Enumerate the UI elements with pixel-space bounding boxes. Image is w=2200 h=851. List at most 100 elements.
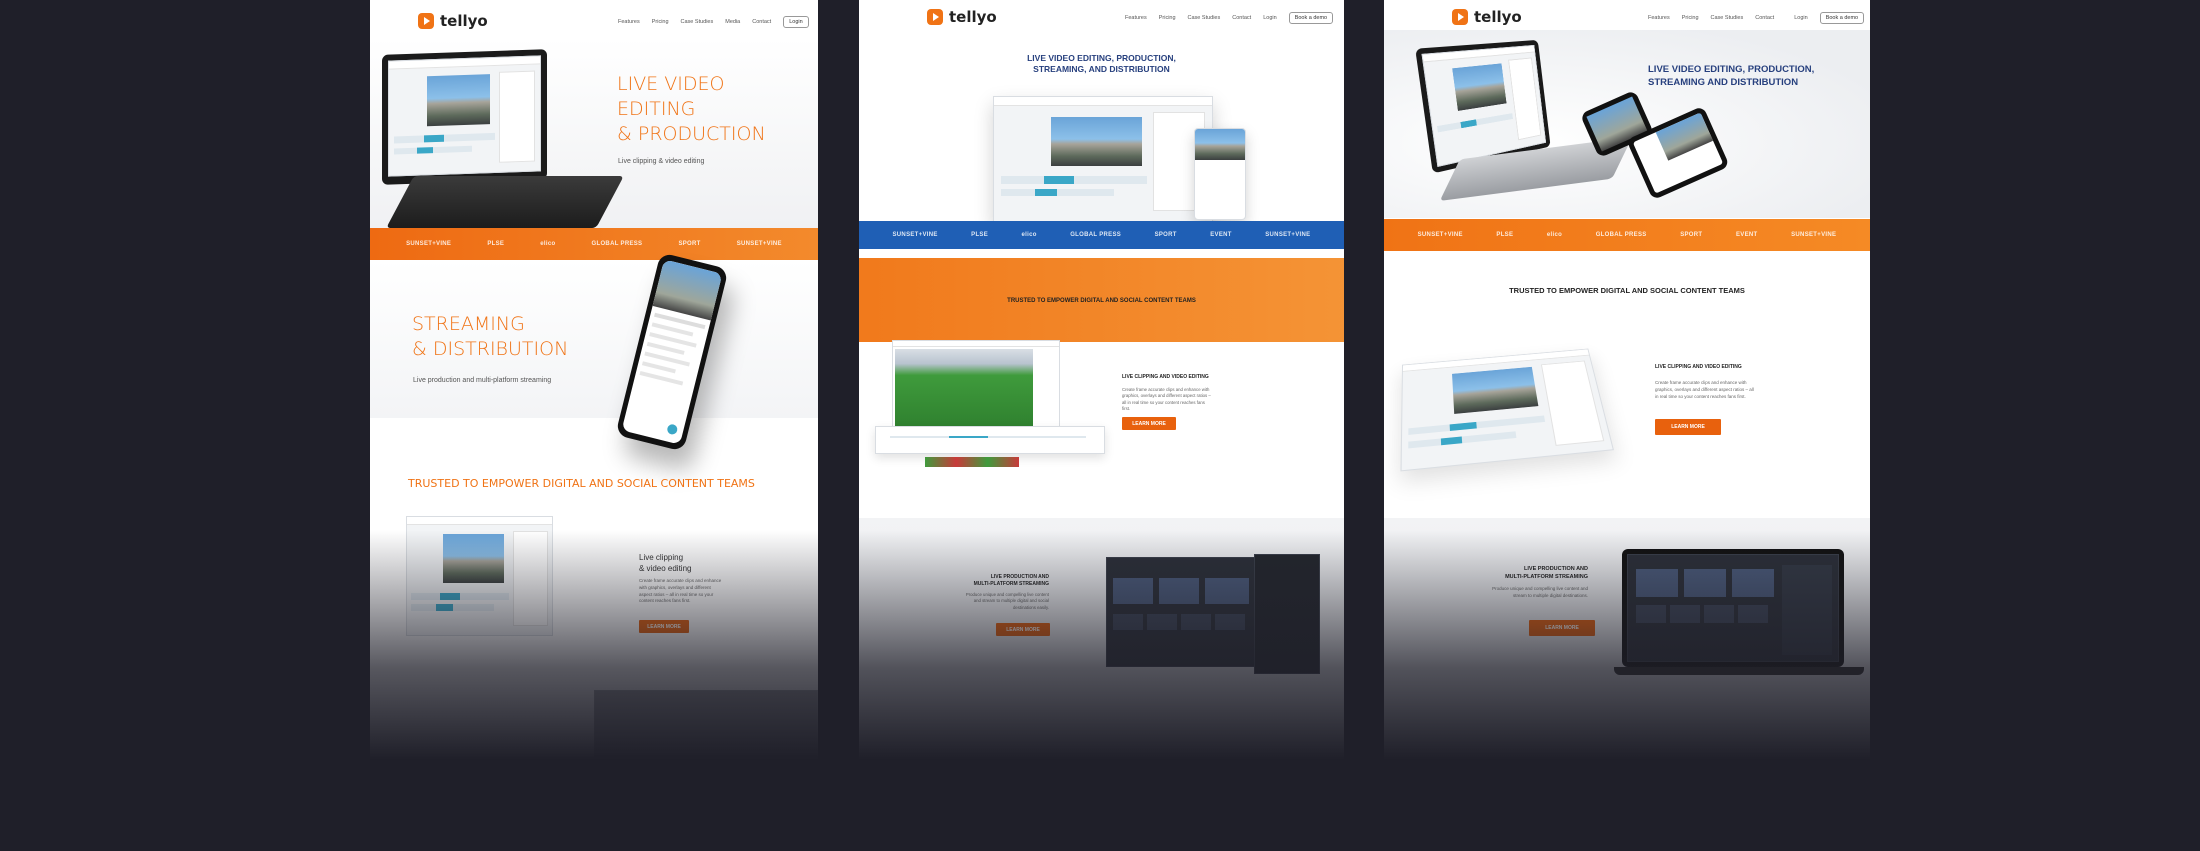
feature-timeline xyxy=(875,426,1105,454)
logo-sport: SPORT xyxy=(1680,232,1703,238)
nav-media[interactable]: Media xyxy=(725,19,740,25)
production-settings-panel xyxy=(1254,554,1320,674)
client-logos-strip: SUNSET+VINE PLSE elico GLOBAL PRESS SPOR… xyxy=(370,228,818,260)
logo-sunset-vine: SUNSET+VINE xyxy=(1417,232,1463,238)
feature2-title: LIVE PRODUCTION AND MULTI-PLATFORM STREA… xyxy=(1464,565,1588,581)
logo-elico: elico xyxy=(1021,232,1037,238)
play-icon xyxy=(418,13,434,29)
nav-menu: Features Pricing Case Studies Contact Lo… xyxy=(1125,12,1334,24)
nav-pricing[interactable]: Pricing xyxy=(1682,15,1699,21)
learn-more-button[interactable]: LEARN MORE xyxy=(1655,419,1721,435)
feature-thumbs xyxy=(925,457,1019,467)
trusted-heading: TRUSTED TO EMPOWER DIGITAL AND SOCIAL CO… xyxy=(408,477,755,490)
feature2-title: LIVE PRODUCTION AND MULTI-PLATFORM STREA… xyxy=(939,574,1049,588)
streaming-title-line2: & DISTRIBUTION xyxy=(412,338,569,360)
nav-contact[interactable]: Contact xyxy=(1232,15,1251,21)
feature2-title-line2: MULTI-PLATFORM STREAMING xyxy=(973,581,1049,587)
feature-body: Create frame accurate clips and enhance … xyxy=(1122,387,1211,412)
logo-sunset-vine: SUNSET+VINE xyxy=(406,241,452,247)
logo-text: tellyo xyxy=(1474,8,1522,26)
hero-title: LIVE VIDEO EDITING & PRODUCTION xyxy=(617,72,766,147)
feature-screenshot xyxy=(892,340,1060,434)
logo-event: EVENT xyxy=(1735,232,1758,238)
laptop-keyboard xyxy=(386,176,624,228)
nav-menu: Features Pricing Case Studies Media Cont… xyxy=(618,16,809,28)
feature-title: LIVE CLIPPING AND VIDEO EDITING xyxy=(1122,374,1209,380)
nav-case-studies[interactable]: Case Studies xyxy=(1188,15,1221,21)
client-logos-strip: SUNSET+VINE PLSE elico GLOBAL PRESS SPOR… xyxy=(1384,219,1870,251)
hero-title-line2: STREAMING AND DISTRIBUTION xyxy=(1648,77,1799,88)
feature-title: LIVE CLIPPING AND VIDEO EDITING xyxy=(1655,364,1742,370)
streaming-title-line1: STREAMING xyxy=(412,313,525,335)
logo-global-press: GLOBAL PRESS xyxy=(1070,232,1122,238)
nav-features[interactable]: Features xyxy=(618,19,640,25)
client-logos-strip: SUNSET+VINE PLSE elico GLOBAL PRESS SPOR… xyxy=(859,221,1344,249)
nav-case-studies[interactable]: Case Studies xyxy=(681,19,714,25)
logo-event: EVENT xyxy=(1210,232,1232,238)
streaming-subtitle: Live production and multi-platform strea… xyxy=(413,377,552,384)
learn-more-button[interactable]: LEARN MORE xyxy=(639,620,689,633)
hero-title: LIVE VIDEO EDITING, PRODUCTION, STREAMIN… xyxy=(859,53,1344,75)
hero-title-line1: LIVE VIDEO EDITING, PRODUCTION, xyxy=(1027,53,1176,63)
hero-editor-screenshot xyxy=(993,96,1213,222)
feature-title-line1: Live clipping xyxy=(639,553,684,562)
hero-title-line1: LIVE VIDEO xyxy=(617,73,725,95)
feature2-body: Produce unique and compelling live conte… xyxy=(1492,586,1588,598)
logo-plse: PLSE xyxy=(1496,232,1514,238)
book-demo-button[interactable]: Book a demo xyxy=(1288,12,1334,24)
laptop-screen xyxy=(382,49,547,185)
dark-laptop-screen xyxy=(1622,549,1844,667)
nav-contact[interactable]: Contact xyxy=(1755,15,1774,21)
logo-elico: elico xyxy=(1546,232,1563,238)
hero-title-line2: STREAMING, AND DISTRIBUTION xyxy=(1033,64,1170,74)
hero-title-line2: EDITING xyxy=(617,98,696,120)
logo-sport: SPORT xyxy=(678,241,701,247)
logo-sunset-vine-2: SUNSET+VINE xyxy=(1791,232,1837,238)
nav-case-studies[interactable]: Case Studies xyxy=(1711,15,1744,21)
hero-title-line1: LIVE VIDEO EDITING, PRODUCTION, xyxy=(1648,64,1815,75)
feature-screenshot xyxy=(406,516,553,636)
logo-sunset-vine-2: SUNSET+VINE xyxy=(736,241,782,247)
trusted-heading: TRUSTED TO EMPOWER DIGITAL AND SOCIAL CO… xyxy=(1007,298,1196,304)
login-button[interactable]: Login xyxy=(783,16,809,28)
logo-sunset-vine-2: SUNSET+VINE xyxy=(1265,232,1311,238)
nav-features[interactable]: Features xyxy=(1125,15,1147,21)
nav-pricing[interactable]: Pricing xyxy=(1159,15,1176,21)
logo-text: tellyo xyxy=(440,12,488,30)
nav-menu: Features Pricing Case Studies Contact Lo… xyxy=(1648,12,1865,24)
logo-text: tellyo xyxy=(949,8,997,26)
panel-one-nav: tellyo Features Pricing Case Studies Med… xyxy=(370,0,818,38)
logo-plse: PLSE xyxy=(487,241,505,247)
nav-pricing[interactable]: Pricing xyxy=(652,19,669,25)
trusted-heading: TRUSTED TO EMPOWER DIGITAL AND SOCIAL CO… xyxy=(1509,286,1745,295)
hero-title: LIVE VIDEO EDITING, PRODUCTION, STREAMIN… xyxy=(1648,63,1814,89)
hero-mobile-screenshot xyxy=(1194,128,1246,220)
dark-laptop-base xyxy=(1614,667,1864,675)
feature-body: Create frame accurate clips and enhance … xyxy=(1655,380,1754,399)
feature-screenshot xyxy=(1400,348,1614,472)
logo-sunset-vine: SUNSET+VINE xyxy=(892,232,938,238)
book-demo-button[interactable]: Book a demo xyxy=(1819,12,1865,24)
learn-more-button[interactable]: LEARN MORE xyxy=(1122,417,1176,430)
learn-more-button-2[interactable]: LEARN MORE xyxy=(996,623,1050,636)
learn-more-button-2[interactable]: LEARN MORE xyxy=(1529,620,1595,636)
feature-body: Create frame accurate clips and enhance … xyxy=(639,578,722,604)
tellyo-logo[interactable]: tellyo xyxy=(418,12,488,30)
nav-contact[interactable]: Contact xyxy=(752,19,771,25)
play-icon xyxy=(1452,9,1468,25)
feature2-title-line2: MULTI-PLATFORM STREAMING xyxy=(1505,574,1588,580)
panel-two: tellyo Features Pricing Case Studies Con… xyxy=(859,0,1344,760)
panel-two-nav: tellyo Features Pricing Case Studies Con… xyxy=(859,0,1344,38)
production-dashboard xyxy=(1106,557,1261,667)
logo-plse: PLSE xyxy=(971,232,989,238)
showcase-stage: tellyo Features Pricing Case Studies Med… xyxy=(0,0,2200,851)
streaming-title: STREAMING & DISTRIBUTION xyxy=(412,312,568,362)
nav-features[interactable]: Features xyxy=(1648,15,1670,21)
feature2-title-line1: LIVE PRODUCTION AND xyxy=(1524,566,1588,572)
login-link[interactable]: Login xyxy=(1263,15,1276,21)
dark-dashboard-preview xyxy=(594,690,818,760)
tellyo-logo[interactable]: tellyo xyxy=(927,8,997,26)
hero-subtitle: Live clipping & video editing xyxy=(618,158,705,165)
login-link[interactable]: Login xyxy=(1794,15,1807,21)
tellyo-logo[interactable]: tellyo xyxy=(1452,8,1522,26)
